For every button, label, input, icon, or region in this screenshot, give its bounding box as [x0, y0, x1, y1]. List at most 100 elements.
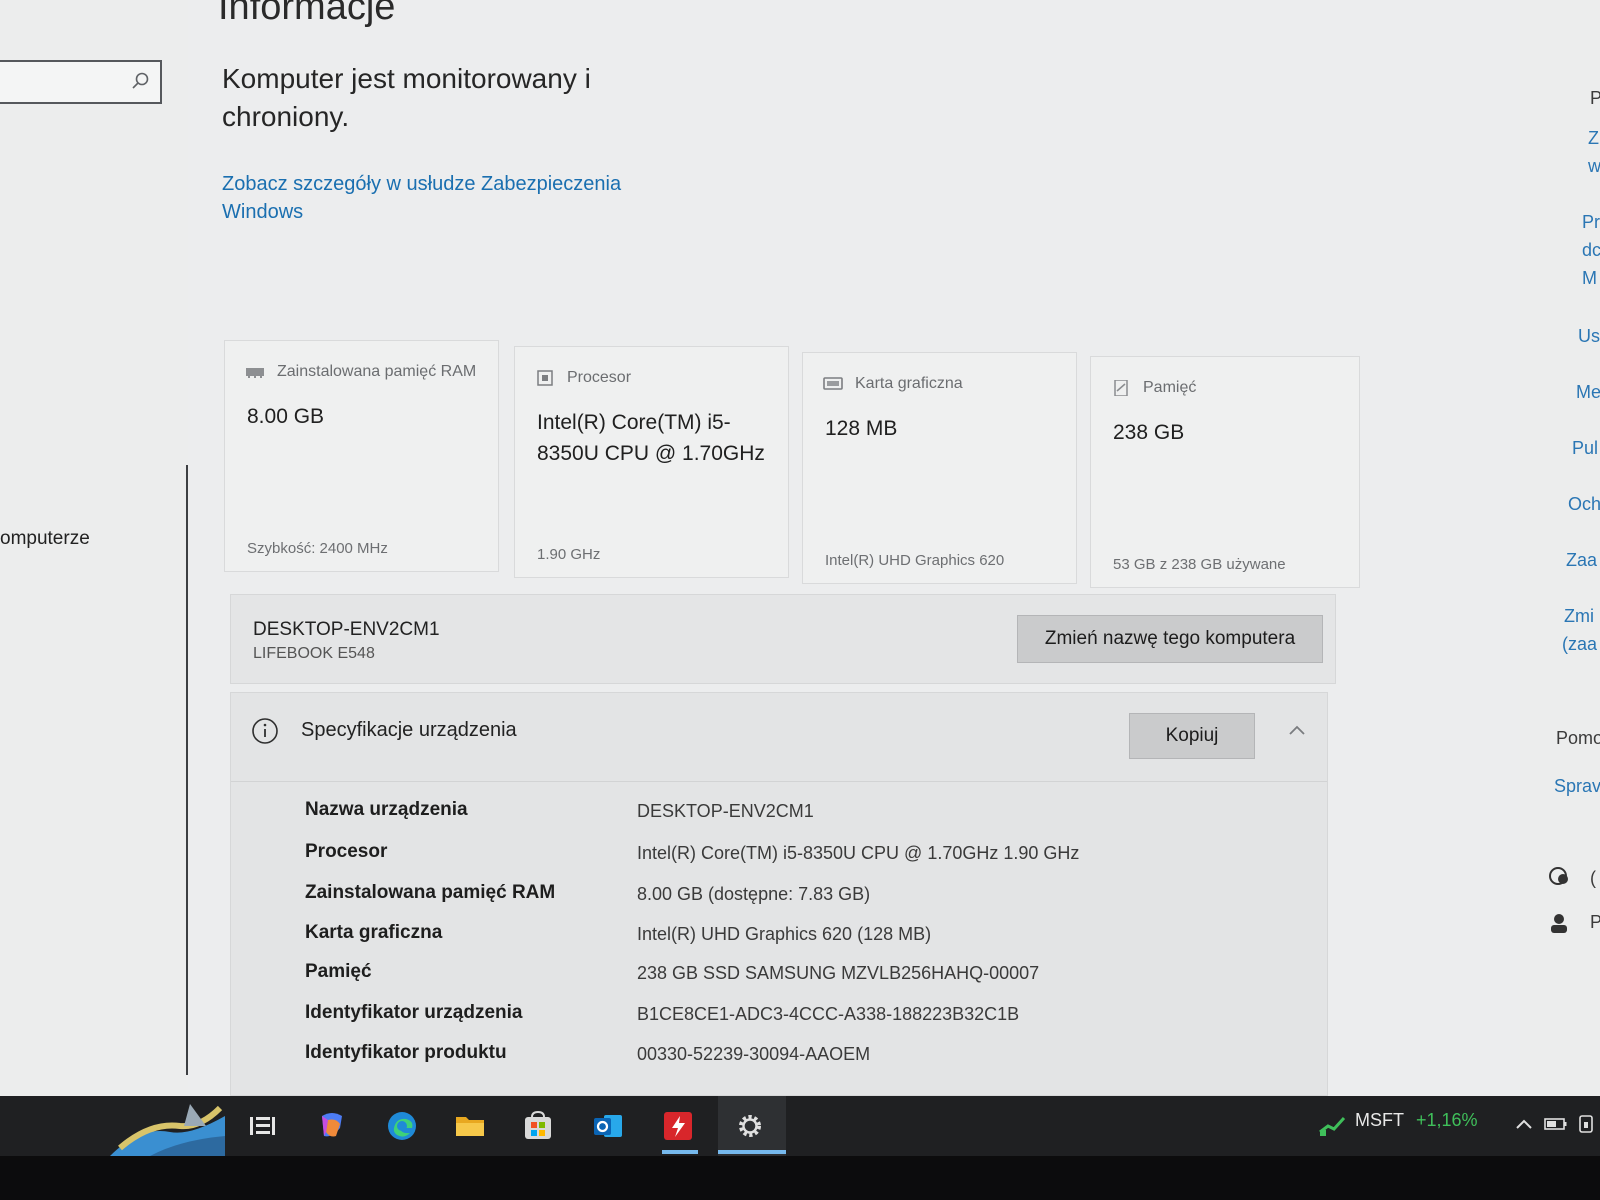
weather-landscape-icon [110, 1104, 225, 1156]
spec-label: Procesor [305, 841, 388, 862]
spec-value[interactable]: B1CE8CE1-ADC3-4CCC-A338-188223B32C1B [637, 1004, 1019, 1025]
gpu-card: Karta graficzna 128 MB Intel(R) UHD Grap… [802, 352, 1077, 584]
sidebar-item-about[interactable]: omputerze [0, 528, 90, 550]
ram-card-value: 8.00 GB [247, 405, 325, 428]
rail-link[interactable]: (zaa [1562, 634, 1597, 655]
active-app-indicator [662, 1150, 698, 1154]
spec-label: Identyfikator produktu [305, 1042, 507, 1063]
stock-ticker-change[interactable]: +1,16% [1416, 1110, 1478, 1131]
rail-link[interactable]: Pr [1582, 212, 1600, 233]
info-icon [252, 718, 278, 744]
rail-link[interactable]: Sprav [1554, 776, 1600, 797]
related-settings-rail: P Z w Pr dc M Us Me Pul Och Zaa Zmi (zaa… [1520, 0, 1600, 1096]
task-view-icon[interactable] [244, 1108, 280, 1144]
store-icon[interactable] [520, 1108, 556, 1144]
screen: omputerze Informacje Komputer jest monit… [0, 0, 1600, 1200]
outlook-icon[interactable] [590, 1108, 626, 1144]
copy-button[interactable]: Kopiuj [1129, 713, 1255, 759]
spec-row: Identyfikator urządzenia B1CE8CE1-ADC3-4… [305, 1002, 1305, 1032]
main-content: Informacje Komputer jest monitorowany i … [188, 0, 1568, 1096]
help-user-icon[interactable] [1548, 912, 1570, 934]
sidebar: omputerze [0, 0, 188, 1096]
spec-row: Procesor Intel(R) Core(TM) i5-8350U CPU … [305, 841, 1305, 871]
cpu-card-label: Procesor [567, 369, 632, 386]
active-app-indicator [718, 1150, 786, 1154]
spec-label: Nazwa urządzenia [305, 799, 468, 820]
chevron-up-icon[interactable] [1287, 723, 1307, 737]
copilot-icon[interactable] [314, 1108, 350, 1144]
spec-value[interactable]: Intel(R) UHD Graphics 620 (128 MB) [637, 924, 931, 945]
rail-link[interactable]: M [1582, 268, 1597, 289]
ram-card-label: Zainstalowana pamięć RAM [277, 363, 477, 380]
cpu-icon [537, 370, 553, 386]
spec-label: Zainstalowana pamięć RAM [305, 882, 556, 903]
rail-link[interactable]: Z [1588, 128, 1599, 149]
stock-trend-icon [1319, 1116, 1346, 1136]
search-icon[interactable] [130, 71, 150, 91]
spec-label: Pamięć [305, 961, 372, 982]
rail-link[interactable]: w [1588, 156, 1600, 177]
spec-row: Identyfikator produktu 00330-52239-30094… [305, 1042, 1305, 1072]
spec-label: Identyfikator urządzenia [305, 1002, 523, 1023]
spec-value[interactable]: Intel(R) Core(TM) i5-8350U CPU @ 1.70GHz… [637, 843, 1079, 864]
device-specs-panel: Specyfikacje urządzenia Kopiuj Nazwa urz… [230, 692, 1328, 1096]
security-status-text: Komputer jest monitorowany i chroniony. [222, 63, 591, 132]
screen-bezel [0, 1156, 1600, 1200]
rail-heading: P [1590, 88, 1600, 108]
rail-link[interactable]: Pul [1572, 438, 1598, 459]
stock-ticker-symbol[interactable]: MSFT [1355, 1110, 1404, 1131]
rail-link[interactable]: Och [1568, 494, 1600, 515]
edge-browser-icon[interactable] [384, 1108, 420, 1144]
gpu-card-value: 128 MB [825, 417, 898, 440]
spec-value[interactable]: 238 GB SSD SAMSUNG MZVLB256HAHQ-00007 [637, 963, 1039, 984]
spec-row: Karta graficzna Intel(R) UHD Graphics 62… [305, 922, 1305, 952]
settings-gear-icon[interactable] [732, 1108, 768, 1144]
spec-row: Zainstalowana pamięć RAM 8.00 GB (dostęp… [305, 882, 1305, 912]
storage-card-value: 238 GB [1113, 421, 1185, 444]
device-name: DESKTOP-ENV2CM1 [253, 619, 440, 640]
cpu-card: Procesor Intel(R) Core(TM) i5-8350U CPU … [514, 346, 789, 578]
ram-card-sub: Szybkość: 2400 MHz [247, 540, 388, 557]
cpu-card-sub: 1.90 GHz [537, 546, 601, 563]
rail-heading: Pomo [1556, 728, 1600, 748]
gpu-card-label: Karta graficzna [855, 375, 963, 392]
rename-pc-button[interactable]: Zmień nazwę tego komputera [1017, 615, 1323, 663]
rail-link[interactable]: Zaa [1566, 550, 1597, 571]
storage-card-sub: 53 GB z 238 GB używane [1113, 556, 1286, 573]
storage-icon [1114, 380, 1128, 396]
cpu-card-value: Intel(R) Core(TM) i5-8350U CPU @ 1.70GHz [537, 411, 765, 465]
gpu-card-sub: Intel(R) UHD Graphics 620 [825, 552, 1005, 569]
rail-link[interactable]: dc [1582, 240, 1600, 261]
storage-card-label: Pamięć [1143, 379, 1197, 396]
chevron-up-tray-icon[interactable] [1514, 1116, 1534, 1132]
battery-icon[interactable] [1544, 1116, 1568, 1132]
device-specs-title: Specyfikacje urządzenia [301, 719, 517, 741]
page-title: Informacje [218, 0, 396, 28]
rail-link[interactable]: ( [1590, 868, 1596, 889]
rail-link[interactable]: Zmi [1564, 606, 1594, 627]
ram-icon [246, 368, 264, 378]
spec-row: Nazwa urządzenia DESKTOP-ENV2CM1 [305, 799, 1305, 829]
search-input[interactable] [0, 60, 162, 104]
taskbar: MSFT +1,16% [0, 1096, 1600, 1156]
rail-link[interactable]: Me [1576, 382, 1600, 403]
storage-card: Pamięć 238 GB 53 GB z 238 GB używane [1090, 356, 1360, 588]
file-explorer-icon[interactable] [452, 1108, 488, 1144]
network-icon[interactable] [1576, 1114, 1596, 1134]
spec-value[interactable]: 00330-52239-30094-AAOEM [637, 1044, 870, 1065]
rail-link[interactable]: Us [1578, 326, 1600, 347]
flash-app-icon[interactable] [660, 1108, 696, 1144]
ram-card: Zainstalowana pamięć RAM 8.00 GB Szybkoś… [224, 340, 499, 572]
spec-value[interactable]: DESKTOP-ENV2CM1 [637, 801, 814, 822]
spec-label: Karta graficzna [305, 922, 443, 943]
spec-value[interactable]: 8.00 GB (dostępne: 7.83 GB) [637, 884, 870, 905]
feedback-icon[interactable] [1548, 866, 1572, 888]
security-details-link[interactable]: Zobacz szczegóły w usłudze Zabezpieczeni… [222, 170, 642, 226]
gpu-icon [823, 377, 843, 390]
device-name-section: DESKTOP-ENV2CM1 LIFEBOOK E548 Zmień nazw… [230, 594, 1336, 684]
device-specs-header[interactable]: Specyfikacje urządzenia Kopiuj [231, 693, 1327, 782]
rail-link[interactable]: P [1590, 912, 1600, 933]
spec-row: Pamięć 238 GB SSD SAMSUNG MZVLB256HAHQ-0… [305, 961, 1305, 991]
weather-widget[interactable] [110, 1096, 225, 1156]
device-model: LIFEBOOK E548 [253, 645, 375, 662]
